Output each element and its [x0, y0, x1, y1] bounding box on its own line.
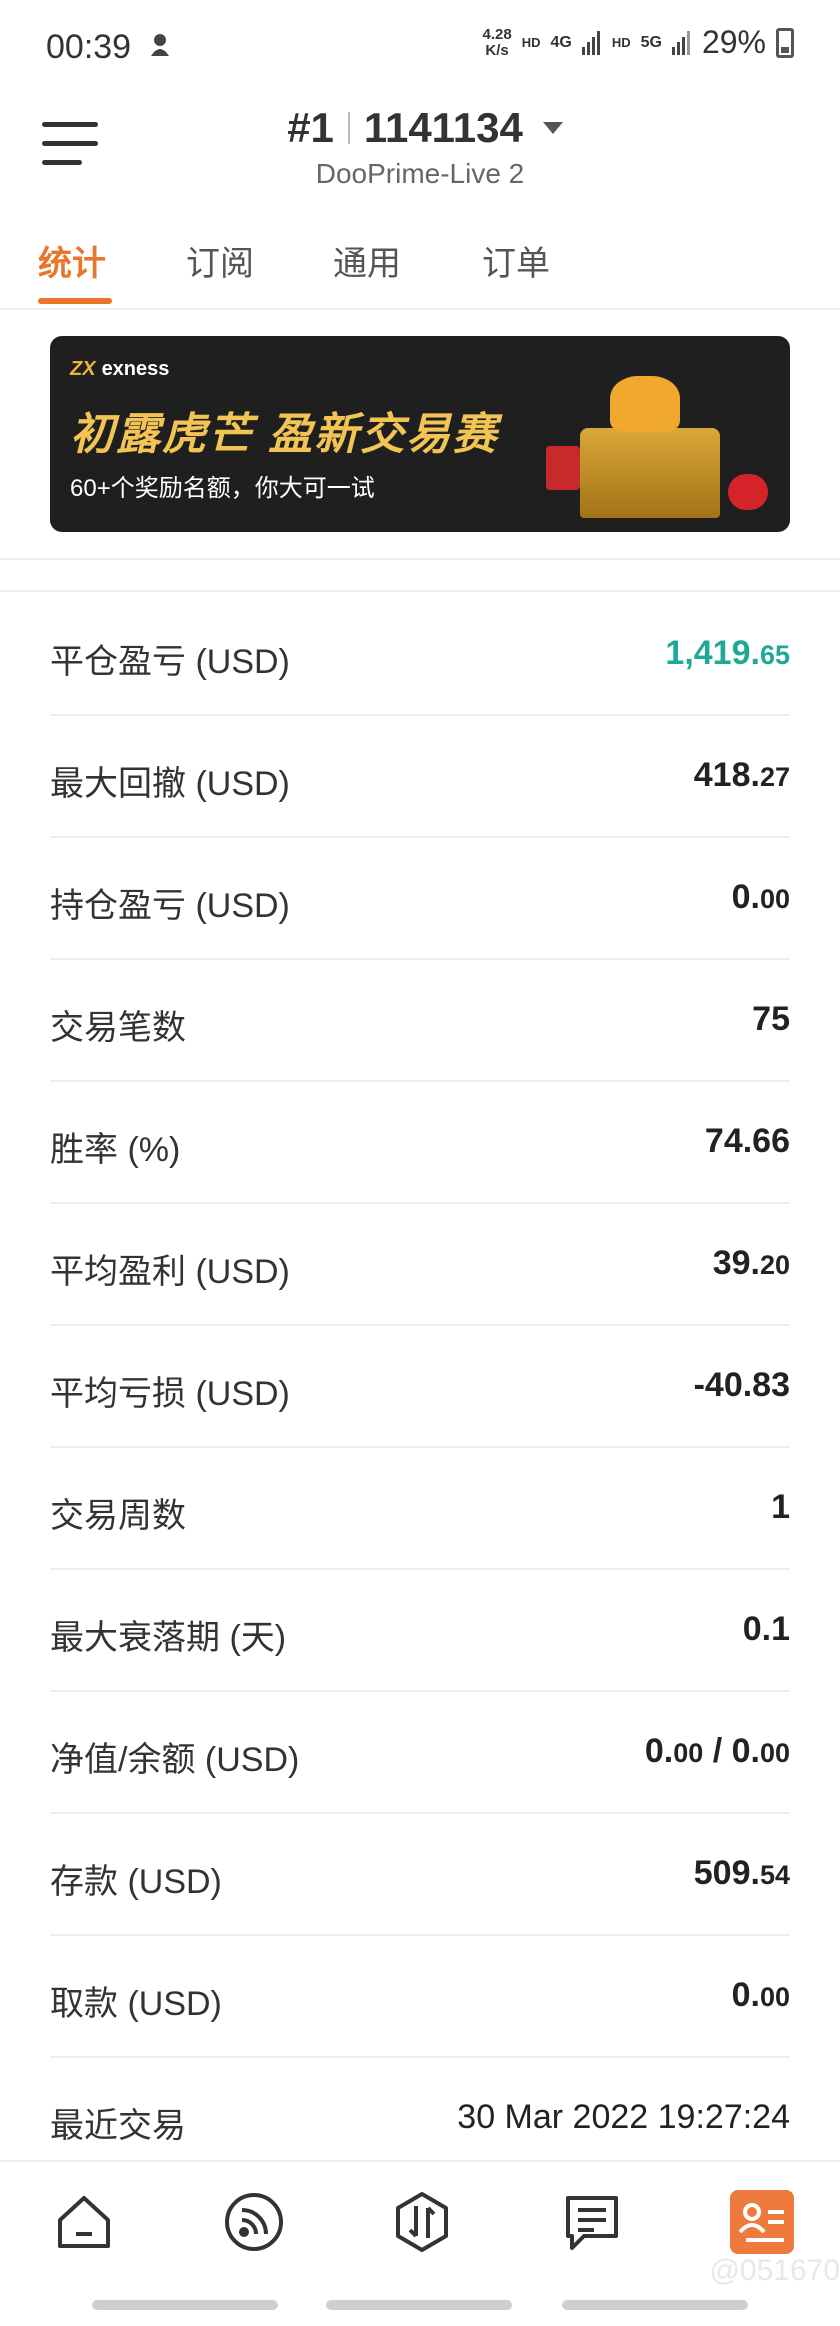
stat-row-trade-count: 交易笔数 75 [50, 960, 790, 1082]
tab-general[interactable]: 通用 [333, 236, 401, 285]
status-indicators: 4.28 K/s HD 4G HD 5G 29% [482, 24, 794, 61]
gesture-bar-left [92, 2300, 278, 2310]
tab-bar: 统计 订阅 通用 订单 [0, 226, 840, 310]
section-divider [0, 558, 840, 592]
stat-value: 74.66 [704, 1122, 790, 1160]
stat-value: 0.00 / 0.00 [644, 1732, 790, 1770]
trade-icon[interactable] [390, 2190, 454, 2254]
stat-row-deposit: 存款 (USD) 509.54 [50, 1814, 790, 1936]
notification-icon [151, 34, 169, 56]
exness-logo-icon: ZX [70, 358, 96, 380]
battery-icon [776, 27, 794, 58]
network-5g: 5G [640, 33, 662, 51]
stat-value: 1 [771, 1488, 790, 1526]
signal-icon-2 [671, 30, 690, 55]
account-selector[interactable]: #1 1141134 DooPrime-Live 2 [0, 104, 840, 190]
tiger-graphic-icon [610, 376, 680, 432]
network-speed: 4.28 K/s [482, 25, 512, 59]
gesture-bar-right [562, 2300, 748, 2310]
stat-row-closed-pnl: 平仓盈亏 (USD) 1,419.65 [50, 594, 790, 716]
stat-row-withdrawal: 取款 (USD) 0.00 [50, 1936, 790, 2058]
banner-title: 初露虎芒 盈新交易赛 [70, 410, 499, 459]
tab-subscribe[interactable]: 订阅 [186, 236, 254, 285]
tab-orders[interactable]: 订单 [482, 236, 550, 285]
server-name: DooPrime-Live 2 [315, 158, 525, 189]
stat-row-win-rate: 胜率 (%) 74.66 [50, 1082, 790, 1204]
stat-value: 39.20 [712, 1244, 790, 1282]
app-header: #1 1141134 DooPrime-Live 2 [0, 96, 840, 206]
stat-row-trading-weeks: 交易周数 1 [50, 1448, 790, 1570]
signal-icon [581, 30, 600, 55]
tab-statistics[interactable]: 统计 [38, 236, 106, 285]
banner-subtitle: 60+个奖励名额，你大可一试 [70, 475, 375, 502]
stat-row-equity-balance: 净值/余额 (USD) 0.00 / 0.00 [50, 1692, 790, 1814]
stat-row-max-decline-period: 最大衰落期 (天) 0.1 [50, 1570, 790, 1692]
news-icon[interactable] [560, 2190, 624, 2254]
watermark: @051670 [709, 2254, 840, 2287]
stat-value: 509.54 [693, 1854, 790, 1892]
hd-badge: HD [521, 35, 541, 50]
status-time: 00:39 [46, 28, 132, 66]
gift-graphic-icon [546, 446, 580, 490]
stat-value: 30 Mar 2022 19:27:24 [457, 2098, 790, 2136]
stat-value: 1,419.65 [665, 634, 790, 672]
statistics-list: 平仓盈亏 (USD) 1,419.65 最大回撤 (USD) 418.27 持仓… [0, 594, 840, 2180]
stat-value: 75 [752, 1000, 790, 1038]
battery-percent: 29% [701, 24, 766, 60]
promo-banner[interactable]: ZX exness 初露虎芒 盈新交易赛 60+个奖励名额，你大可一试 [50, 336, 790, 532]
profile-card-icon[interactable] [730, 2190, 794, 2254]
stat-value: 0.00 [731, 878, 790, 916]
account-divider [347, 112, 350, 144]
stat-value: 0.1 [742, 1610, 790, 1648]
hd-badge-2: HD [611, 35, 631, 50]
account-number: 1141134 [363, 104, 523, 151]
dropdown-caret-icon[interactable] [542, 122, 563, 134]
stat-value: 0.00 [731, 1976, 790, 2014]
status-bar: 00:39 4.28 K/s HD 4G HD 5G 29% [0, 0, 840, 96]
red-envelope-graphic-icon [728, 474, 768, 510]
home-icon[interactable] [52, 2190, 116, 2254]
account-prefix: #1 [287, 104, 334, 151]
stat-row-open-pnl: 持仓盈亏 (USD) 0.00 [50, 838, 790, 960]
stat-row-avg-loss: 平均亏损 (USD) -40.83 [50, 1326, 790, 1448]
banner-brand: ZX exness [70, 358, 170, 380]
network-4g: 4G [550, 33, 572, 51]
stat-value: 418.27 [693, 756, 790, 794]
gesture-bar-center [326, 2300, 512, 2310]
active-tab-indicator [38, 298, 112, 304]
stat-row-avg-profit: 平均盈利 (USD) 39.20 [50, 1204, 790, 1326]
stat-value: -40.83 [693, 1366, 790, 1404]
banner-stage-graphic [580, 428, 720, 518]
signal-feed-icon[interactable] [222, 2190, 286, 2254]
stat-row-max-drawdown: 最大回撤 (USD) 418.27 [50, 716, 790, 838]
